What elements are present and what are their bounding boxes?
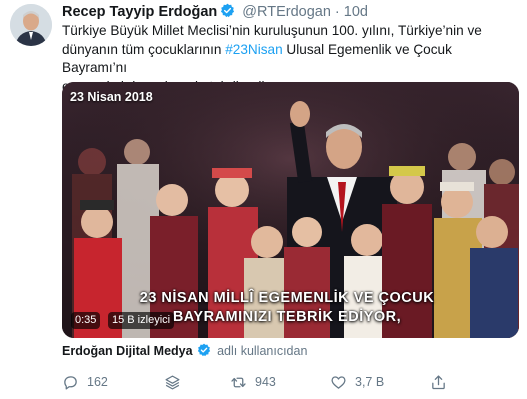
video-duration-badge: 0:35 (71, 312, 101, 329)
layers-icon (165, 375, 180, 389)
retweet-button[interactable]: 943 (230, 372, 276, 392)
share-icon (432, 374, 445, 389)
verified-badge-icon (197, 343, 211, 357)
video-views-badge: 15 B izleyici (108, 312, 175, 329)
tweet-card[interactable]: Recep Tayyip Erdoğan @RTErdogan · 10d Tü… (0, 0, 527, 399)
tweet-text-segment: dünyanın tüm çocuklarının (62, 41, 226, 57)
like-button[interactable]: 3,7 B (330, 372, 384, 392)
tweet-header: Recep Tayyip Erdoğan @RTErdogan · 10d (62, 3, 368, 21)
media-source-attribution: Erdoğan Dijital Medya adlı kullanıcıdan (62, 343, 307, 359)
video-subtitle-line: 23 NİSAN MİLLÎ EGEMENLİK VE ÇOCUK (139, 290, 435, 306)
hashtag-link[interactable]: #23Nisan (225, 42, 282, 57)
author-name[interactable]: Recep Tayyip Erdoğan (62, 4, 217, 20)
source-suffix: adlı kullanıcıdan (217, 344, 308, 358)
source-account-name[interactable]: Erdoğan Dijital Medya (62, 344, 193, 358)
retweet-count: 943 (255, 375, 276, 389)
like-count: 3,7 B (355, 375, 385, 389)
video-date-caption: 23 Nisan 2018 (70, 90, 153, 104)
video-player[interactable]: 23 Nisan 2018 23 NİSAN MİLLÎ EGEMENLİK V… (62, 82, 519, 338)
tweet-text-line: Türkiye Büyük Millet Meclisi’nin kuruluş… (62, 23, 482, 38)
layers-button[interactable] (164, 372, 189, 392)
reply-button[interactable]: 162 (62, 372, 108, 392)
retweet-icon (231, 377, 246, 387)
meta-separator: · (334, 4, 340, 20)
author-avatar[interactable] (10, 4, 52, 46)
heart-icon (331, 375, 346, 389)
reply-icon (64, 375, 77, 390)
share-button[interactable] (430, 372, 455, 392)
reply-count: 162 (87, 375, 108, 389)
tweet-timestamp[interactable]: 10d (344, 4, 368, 20)
tweet-action-bar: 162 943 3,7 B (62, 372, 502, 392)
verified-badge-icon (220, 3, 235, 18)
author-handle[interactable]: @RTErdogan (242, 4, 331, 20)
